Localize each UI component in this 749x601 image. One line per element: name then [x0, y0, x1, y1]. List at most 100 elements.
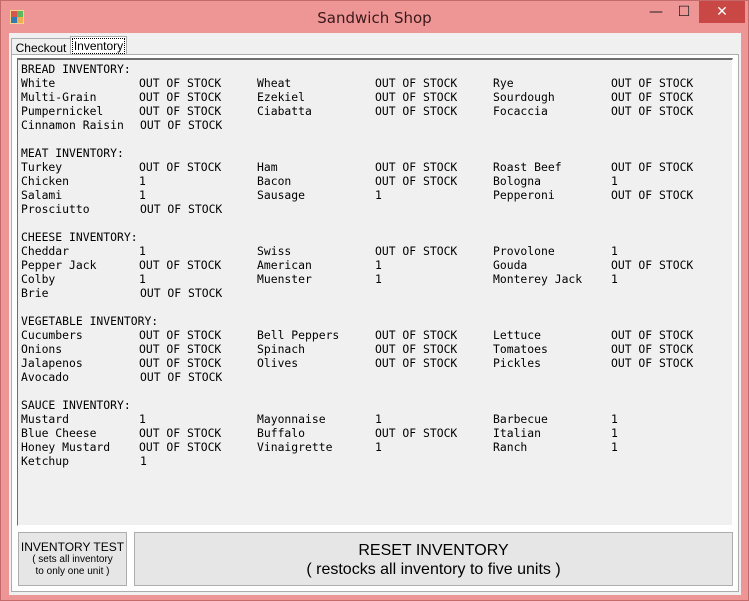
item-name: Turkey	[21, 160, 63, 174]
minimize-button[interactable]: —	[641, 1, 671, 23]
inventory-row: Cinnamon Raisin OUT OF STOCK	[21, 118, 729, 132]
item-name: Focaccia	[493, 104, 548, 118]
item-name: Colby	[21, 272, 56, 286]
item-quantity: OUT OF STOCK	[375, 244, 458, 258]
item-quantity: 1	[139, 244, 146, 258]
close-button[interactable]: ✕	[699, 1, 745, 23]
item-quantity: OUT OF STOCK	[140, 370, 223, 384]
inventory-row: Colby 1 Muenster 1 Monterey Jack 1	[21, 272, 729, 286]
item-quantity: 1	[375, 258, 382, 272]
inventory-row: Mustard 1 Mayonnaise 1 Barbecue 1	[21, 412, 729, 426]
client-area: Checkout Inventory BREAD INVENTORY: White…	[9, 33, 741, 595]
item-name: Roast Beef	[493, 160, 562, 174]
item-quantity: 1	[139, 412, 146, 426]
item-name: Onions	[21, 342, 63, 356]
item-name: Swiss	[257, 244, 292, 258]
item-name: Cinnamon Raisin	[21, 118, 124, 132]
maximize-icon: ☐	[677, 4, 691, 20]
item-name: White	[21, 76, 56, 90]
item-quantity: OUT OF STOCK	[139, 426, 222, 440]
inventory-row: Chicken 1 Bacon OUT OF STOCK Bologna 1	[21, 174, 729, 188]
item-name: Bell Peppers	[257, 328, 340, 342]
reset-inventory-button[interactable]: RESET INVENTORY ( restocks all inventory…	[134, 532, 733, 586]
inventory-row: Multi-Grain OUT OF STOCK Ezekiel OUT OF STO…	[21, 90, 729, 104]
item-quantity: OUT OF STOCK	[375, 90, 458, 104]
item-quantity: OUT OF STOCK	[375, 342, 458, 356]
inventory-row: Salami 1 Sausage 1 Pepperoni OUT OF STOCK	[21, 188, 729, 202]
item-quantity: OUT OF STOCK	[140, 286, 223, 300]
tab-inventory[interactable]: Inventory	[70, 36, 127, 55]
item-name: Salami	[21, 188, 63, 202]
item-name: Ranch	[493, 440, 528, 454]
inventory-textbox[interactable]: BREAD INVENTORY: White OUT OF STOCK Wheat OU…	[17, 58, 733, 526]
item-name: Bacon	[257, 174, 292, 188]
item-quantity: OUT OF STOCK	[139, 90, 222, 104]
item-quantity: 1	[140, 454, 147, 468]
item-quantity: OUT OF STOCK	[140, 202, 223, 216]
item-name: American	[257, 258, 312, 272]
item-quantity: OUT OF STOCK	[139, 440, 222, 454]
item-quantity: 1	[139, 272, 146, 286]
section-header: VEGETABLE INVENTORY:	[21, 314, 159, 328]
item-quantity: OUT OF STOCK	[139, 104, 222, 118]
inventory-row: Jalapenos OUT OF STOCK Olives OUT OF STOCK P…	[21, 356, 729, 370]
minimize-icon: —	[649, 4, 663, 20]
item-name: Vinaigrette	[257, 440, 333, 454]
item-quantity: 1	[611, 174, 618, 188]
item-name: Italian	[493, 426, 542, 440]
section-header: MEAT INVENTORY:	[21, 146, 124, 160]
item-name: Ketchup	[21, 454, 70, 468]
item-name: Monterey Jack	[493, 272, 583, 286]
item-quantity: OUT OF STOCK	[139, 328, 222, 342]
item-name: Jalapenos	[21, 356, 83, 370]
item-name: Brie	[21, 286, 49, 300]
item-name: Ciabatta	[257, 104, 312, 118]
item-quantity: OUT OF STOCK	[375, 356, 458, 370]
item-quantity: 1	[611, 426, 618, 440]
item-quantity: OUT OF STOCK	[375, 76, 458, 90]
item-quantity: OUT OF STOCK	[139, 160, 222, 174]
item-name: Provolone	[493, 244, 555, 258]
item-quantity: OUT OF STOCK	[611, 258, 694, 272]
item-name: Ham	[257, 160, 278, 174]
item-quantity: OUT OF STOCK	[611, 76, 694, 90]
item-name: Barbecue	[493, 412, 548, 426]
window-title: Sandwich Shop	[317, 9, 432, 27]
item-name: Gouda	[493, 258, 528, 272]
item-name: Ezekiel	[257, 90, 306, 104]
inventory-row: Ketchup 1	[21, 454, 729, 468]
item-quantity: 1	[611, 440, 618, 454]
item-name: Cucumbers	[21, 328, 83, 342]
item-quantity: OUT OF STOCK	[611, 356, 694, 370]
item-name: Pepper Jack	[21, 258, 97, 272]
item-name: Pepperoni	[493, 188, 555, 202]
item-quantity: OUT OF STOCK	[139, 76, 222, 90]
item-name: Muenster	[257, 272, 312, 286]
item-quantity: OUT OF STOCK	[375, 104, 458, 118]
item-name: Olives	[257, 356, 299, 370]
item-quantity: OUT OF STOCK	[611, 328, 694, 342]
item-quantity: OUT OF STOCK	[611, 90, 694, 104]
title-bar[interactable]: Sandwich Shop — ☐ ✕	[1, 1, 748, 34]
item-quantity: 1	[611, 412, 618, 426]
inventory-row: Avocado OUT OF STOCK	[21, 370, 729, 384]
inventory-row: Pepper Jack OUT OF STOCK American 1 Gouda OUT…	[21, 258, 729, 272]
item-quantity: 1	[611, 272, 618, 286]
item-name: Blue Cheese	[21, 426, 97, 440]
maximize-button[interactable]: ☐	[671, 1, 697, 23]
item-quantity: OUT OF STOCK	[611, 188, 694, 202]
item-quantity: OUT OF STOCK	[611, 342, 694, 356]
item-quantity: OUT OF STOCK	[375, 426, 458, 440]
inventory-test-button[interactable]: INVENTORY TEST ( sets all inventory to o…	[18, 532, 127, 586]
inventory-row: Cucumbers OUT OF STOCK Bell Peppers OUT OF …	[21, 328, 729, 342]
item-name: Lettuce	[493, 328, 542, 342]
item-name: Prosciutto	[21, 202, 90, 216]
inventory-row: White OUT OF STOCK Wheat OUT OF STOCK Rye OUT…	[21, 76, 729, 90]
inventory-row: Honey Mustard OUT OF STOCK Vinaigrette 1 Ran…	[21, 440, 729, 454]
item-quantity: 1	[375, 412, 382, 426]
inventory-row: Pumpernickel OUT OF STOCK Ciabatta OUT OF S…	[21, 104, 729, 118]
item-quantity: OUT OF STOCK	[375, 160, 458, 174]
